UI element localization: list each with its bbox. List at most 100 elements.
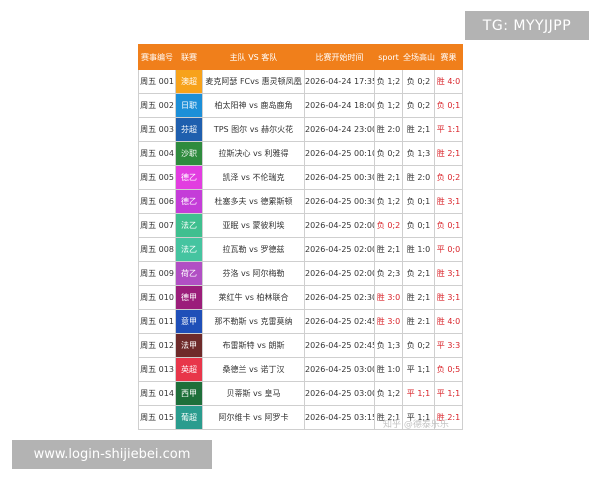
league-badge: 西甲	[175, 381, 203, 406]
match-id-cell: 周五 008	[138, 237, 176, 262]
full-time-cell: 负 0;1	[402, 189, 435, 214]
start-time-cell: 2026-04-25 02:45	[304, 309, 375, 334]
header-sport: sport	[374, 44, 403, 70]
league-badge: 法乙	[175, 237, 203, 262]
start-time-cell: 2026-04-25 00:30	[304, 189, 375, 214]
league-badge: 意甲	[175, 309, 203, 334]
start-time-cell: 2026-04-25 00:10	[304, 141, 375, 166]
match-id-cell: 周五 007	[138, 213, 176, 238]
start-time-cell: 2026-04-25 02:45	[304, 333, 375, 358]
zhihu-watermark: 知乎 @德泰乐乐	[383, 420, 449, 430]
sport-cell: 负 1;2	[374, 93, 403, 118]
sport-cell: 胜 2;1	[374, 165, 403, 190]
league-badge: 德乙	[175, 165, 203, 190]
result-cell: 胜 4:0	[434, 69, 463, 94]
start-time-cell: 2026-04-24 18:00	[304, 93, 375, 118]
result-cell: 负 0;2	[434, 165, 463, 190]
table-row: 周五 003 芬超 TPS 图尔 vs 赫尔火花 2026-04-24 23:00 胜 …	[138, 117, 463, 142]
league-badge: 荷乙	[175, 261, 203, 286]
league-badge: 澳超	[175, 69, 203, 94]
league-badge: 英超	[175, 357, 203, 382]
result-cell: 胜 3;1	[434, 285, 463, 310]
header-teams: 主队 VS 客队	[202, 44, 305, 70]
sport-cell: 胜 3:0	[374, 309, 403, 334]
teams-cell: 布雷斯特 vs 朗斯	[202, 333, 305, 358]
sport-cell: 负 1;2	[374, 381, 403, 406]
sport-cell: 胜 1:0	[374, 357, 403, 382]
tg-contact-badge: TG: MYYJJPP	[465, 11, 589, 40]
table-row: 周五 001 澳超 麦克阿瑟 FCvs 惠灵顿凤凰 2026-04-24 17:35 负…	[138, 69, 463, 94]
full-time-cell: 平 1;1	[402, 381, 435, 406]
start-time-cell: 2026-04-25 02:00	[304, 261, 375, 286]
full-time-cell: 负 0;2	[402, 333, 435, 358]
sport-cell: 负 1;2	[374, 189, 403, 214]
table-row: 周五 012 法甲 布雷斯特 vs 朗斯 2026-04-25 02:45 负 1;3 负…	[138, 333, 463, 358]
league-badge: 德乙	[175, 189, 203, 214]
teams-cell: 凯泽 vs 不伦瑞克	[202, 165, 305, 190]
teams-cell: 杜塞多夫 vs 德累斯顿	[202, 189, 305, 214]
full-time-cell: 胜 2;1	[402, 117, 435, 142]
start-time-cell: 2026-04-25 03:00	[304, 357, 375, 382]
header-league: 联赛	[175, 44, 203, 70]
sport-cell: 胜 2:0	[374, 117, 403, 142]
full-time-cell: 平 1;1	[402, 357, 435, 382]
full-time-cell: 胜 2:1	[402, 309, 435, 334]
result-cell: 负 0;5	[434, 357, 463, 382]
start-time-cell: 2026-04-25 02:00	[304, 237, 375, 262]
result-cell: 平 3:3	[434, 333, 463, 358]
match-id-cell: 周五 002	[138, 93, 176, 118]
start-time-cell: 2026-04-25 03:15	[304, 405, 375, 430]
sport-cell: 胜 2;1	[374, 237, 403, 262]
site-url-badge: www.login-shijiebei.com	[12, 440, 212, 469]
match-id-cell: 周五 006	[138, 189, 176, 214]
full-time-cell: 负 0;2	[402, 69, 435, 94]
table-row: 周五 009 荷乙 芬洛 vs 阿尔梅勒 2026-04-25 02:00 负 2;3 负…	[138, 261, 463, 286]
teams-cell: 柏太阳神 vs 鹿岛鹿角	[202, 93, 305, 118]
start-time-cell: 2026-04-24 17:35	[304, 69, 375, 94]
result-cell: 负 0;1	[434, 213, 463, 238]
teams-cell: 贝蒂斯 vs 皇马	[202, 381, 305, 406]
teams-cell: 芬洛 vs 阿尔梅勒	[202, 261, 305, 286]
result-cell: 胜 3;1	[434, 189, 463, 214]
match-results-table: 赛事编号 联赛 主队 VS 客队 比赛开始时间 sport 全场高山 赛果 周五…	[138, 44, 463, 430]
header-match-id: 赛事编号	[138, 44, 176, 70]
result-cell: 负 0;1	[434, 93, 463, 118]
table-row: 周五 014 西甲 贝蒂斯 vs 皇马 2026-04-25 03:00 负 1;2 平 …	[138, 381, 463, 406]
teams-cell: 拉瓦勒 vs 罗德兹	[202, 237, 305, 262]
table-row: 周五 013 英超 桑德兰 vs 诺丁汉 2026-04-25 03:00 胜 1:0 平…	[138, 357, 463, 382]
league-badge: 德甲	[175, 285, 203, 310]
table-row: 周五 007 法乙 亚眠 vs 蒙彼利埃 2026-04-25 02:00 负 0;2 负…	[138, 213, 463, 238]
start-time-cell: 2026-04-25 02:00	[304, 213, 375, 238]
match-id-cell: 周五 012	[138, 333, 176, 358]
league-badge: 日职	[175, 93, 203, 118]
start-time-cell: 2026-04-25 00:30	[304, 165, 375, 190]
league-badge: 葡超	[175, 405, 203, 430]
result-cell: 胜 4:0	[434, 309, 463, 334]
sport-cell: 负 1;2	[374, 69, 403, 94]
full-time-cell: 胜 2:0	[402, 165, 435, 190]
start-time-cell: 2026-04-25 02:30	[304, 285, 375, 310]
league-badge: 法乙	[175, 213, 203, 238]
teams-cell: 麦克阿瑟 FCvs 惠灵顿凤凰	[202, 69, 305, 94]
league-badge: 法甲	[175, 333, 203, 358]
sport-cell: 负 2;3	[374, 261, 403, 286]
start-time-cell: 2026-04-25 03:00	[304, 381, 375, 406]
full-time-cell: 胜 1:0	[402, 237, 435, 262]
match-id-cell: 周五 001	[138, 69, 176, 94]
league-badge: 芬超	[175, 117, 203, 142]
sport-cell: 胜 3:0	[374, 285, 403, 310]
match-id-cell: 周五 010	[138, 285, 176, 310]
result-cell: 胜 3;1	[434, 261, 463, 286]
match-id-cell: 周五 013	[138, 357, 176, 382]
table-row: 周五 005 德乙 凯泽 vs 不伦瑞克 2026-04-25 00:30 胜 2;1 胜…	[138, 165, 463, 190]
header-start-time: 比赛开始时间	[304, 44, 375, 70]
result-cell: 平 1;1	[434, 381, 463, 406]
match-id-cell: 周五 015	[138, 405, 176, 430]
result-cell: 胜 2;1	[434, 141, 463, 166]
start-time-cell: 2026-04-24 23:00	[304, 117, 375, 142]
table-header-row: 赛事编号 联赛 主队 VS 客队 比赛开始时间 sport 全场高山 赛果	[138, 44, 463, 70]
teams-cell: 拉斯决心 vs 利雅得	[202, 141, 305, 166]
match-id-cell: 周五 009	[138, 261, 176, 286]
sport-cell: 负 1;3	[374, 333, 403, 358]
full-time-cell: 负 0;2	[402, 93, 435, 118]
